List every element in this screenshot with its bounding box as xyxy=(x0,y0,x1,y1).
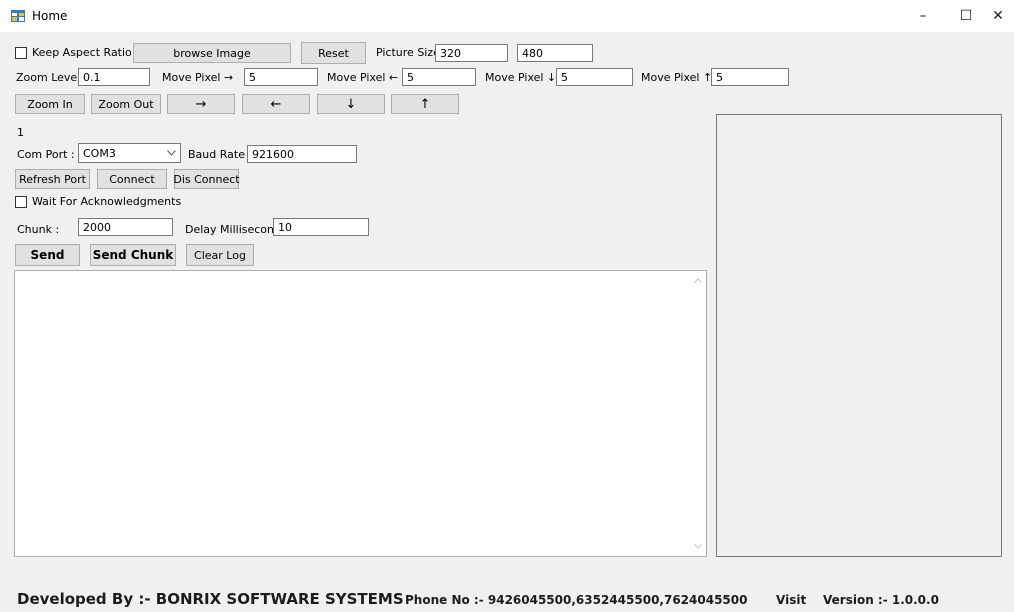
window-title: Home xyxy=(32,9,68,23)
move-left-label: Move Pixel ← xyxy=(327,71,399,84)
chunk-label: Chunk : xyxy=(17,223,60,236)
arrow-left-button[interactable]: ← xyxy=(242,94,310,114)
move-up-input[interactable] xyxy=(711,68,789,86)
wait-ack-label: Wait For Acknowledgments xyxy=(32,195,182,208)
wait-ack-checkbox[interactable] xyxy=(15,196,27,208)
scroll-up-icon[interactable] xyxy=(694,278,702,283)
browse-image-button[interactable]: browse Image xyxy=(133,43,291,63)
log-scrollbar[interactable] xyxy=(690,271,706,556)
log-textarea[interactable] xyxy=(14,270,707,557)
image-preview-panel xyxy=(716,114,1002,557)
version-label: Version :- 1.0.0.0 xyxy=(823,593,939,607)
arrow-down-button[interactable]: ↓ xyxy=(317,94,385,114)
refresh-port-button[interactable]: Refresh Port xyxy=(15,169,90,189)
delay-input[interactable] xyxy=(273,218,369,236)
com-port-label: Com Port : xyxy=(17,148,75,161)
com-port-select[interactable]: COM3 xyxy=(78,143,181,163)
clear-log-button[interactable]: Clear Log xyxy=(186,244,254,266)
move-up-label: Move Pixel ↑ xyxy=(641,71,713,84)
move-down-input[interactable] xyxy=(556,68,633,86)
reset-button[interactable]: Reset xyxy=(301,42,366,64)
move-left-input[interactable] xyxy=(402,68,476,86)
zoom-level-label: Zoom Level xyxy=(16,71,81,84)
visit-link[interactable]: Visit xyxy=(776,593,806,607)
com-port-value: COM3 xyxy=(83,146,116,160)
baud-rate-label: Baud Rate : xyxy=(188,148,253,161)
close-icon[interactable]: ✕ xyxy=(982,0,1014,32)
counter-label: 1 xyxy=(17,126,24,139)
move-right-label: Move Pixel → xyxy=(162,71,234,84)
phone-label: Phone No :- 9426045500,6352445500,762404… xyxy=(405,593,748,607)
connect-button[interactable]: Connect xyxy=(97,169,167,189)
picture-size-label: Picture Size xyxy=(376,46,440,59)
send-chunk-button[interactable]: Send Chunk xyxy=(90,244,176,266)
arrow-right-button[interactable]: → xyxy=(167,94,235,114)
chunk-input[interactable] xyxy=(78,218,173,236)
move-down-label: Move Pixel ↓ xyxy=(485,71,557,84)
keep-aspect-checkbox[interactable] xyxy=(15,47,27,59)
developer-label: Developed By :- BONRIX SOFTWARE SYSTEMS xyxy=(17,590,404,608)
zoom-in-button[interactable]: Zoom In xyxy=(15,94,85,114)
zoom-out-button[interactable]: Zoom Out xyxy=(91,94,161,114)
minimize-icon[interactable]: – xyxy=(900,0,946,32)
keep-aspect-label: Keep Aspect Ratio xyxy=(32,46,132,59)
move-right-input[interactable] xyxy=(244,68,318,86)
picture-height-input[interactable] xyxy=(517,44,593,62)
app-form-icon xyxy=(11,10,25,22)
disconnect-button[interactable]: Dis Connect xyxy=(173,169,240,189)
chevron-down-icon xyxy=(167,150,176,156)
send-button[interactable]: Send xyxy=(15,244,80,266)
title-bar: Home – ☐ ✕ xyxy=(0,0,1014,32)
zoom-level-input[interactable] xyxy=(78,68,150,86)
picture-width-input[interactable] xyxy=(435,44,508,62)
baud-rate-input[interactable] xyxy=(247,145,357,163)
scroll-down-icon[interactable] xyxy=(694,544,702,549)
arrow-up-button[interactable]: ↑ xyxy=(391,94,459,114)
